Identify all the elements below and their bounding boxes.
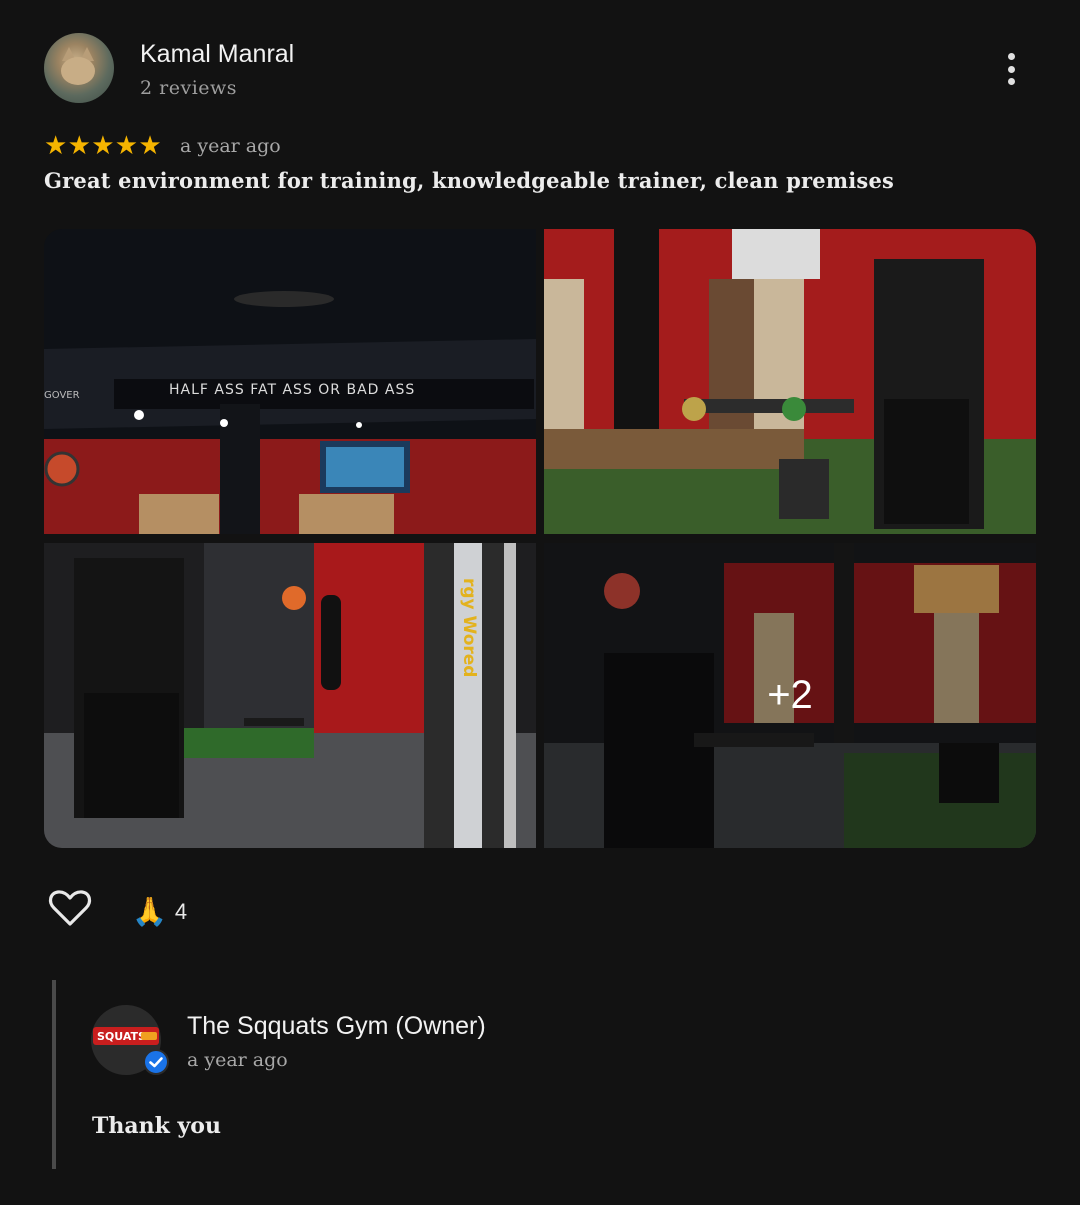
reaction-summary[interactable]: 🙏 4: [132, 896, 187, 928]
star-icon: ★: [138, 131, 162, 161]
like-button[interactable]: [46, 884, 94, 932]
vertical-sign-text: rgy Wored: [459, 578, 479, 677]
svg-text:SQUATS: SQUATS: [97, 1030, 146, 1043]
reply-indent-bar: [52, 980, 56, 1169]
pray-emoji-icon: 🙏: [132, 895, 167, 928]
more-photos-label: +2: [544, 543, 1036, 848]
side-sign-text: GOVER: [44, 390, 80, 401]
owner-name[interactable]: The Sqquats Gym (Owner): [187, 1012, 486, 1041]
more-options-button[interactable]: [996, 48, 1026, 90]
star-rating: ★ ★ ★ ★ ★: [44, 131, 162, 161]
reply-time: a year ago: [187, 1049, 288, 1071]
star-icon: ★: [91, 131, 115, 161]
reaction-count: 4: [174, 899, 188, 924]
verified-check-icon: [143, 1049, 169, 1075]
review-time: a year ago: [180, 135, 281, 157]
review-photo[interactable]: rgy Wored: [44, 543, 536, 848]
review-photo[interactable]: HALF ASS FAT ASS OR BAD ASS GOVER: [44, 229, 536, 534]
review-photo[interactable]: [544, 229, 1036, 534]
reviewer-name[interactable]: Kamal Manral: [140, 40, 294, 69]
more-vert-icon: [1007, 53, 1015, 60]
photo-grid: HALF ASS FAT ASS OR BAD ASS GOVER rgy Wo…: [44, 229, 1036, 848]
star-icon: ★: [114, 131, 139, 161]
review-photo-more[interactable]: +2: [544, 543, 1036, 848]
wall-sign-text: HALF ASS FAT ASS OR BAD ASS: [169, 382, 415, 398]
reply-text: Thank you: [92, 1113, 221, 1139]
gym-logo: SQUATS: [93, 1027, 159, 1045]
review-text: Great environment for training, knowledg…: [44, 168, 895, 193]
star-icon: ★: [67, 131, 91, 161]
heart-outline-icon: [48, 890, 92, 926]
reviewer-avatar[interactable]: [44, 33, 114, 103]
star-icon: ★: [44, 131, 68, 161]
reviewer-stats: 2 reviews: [140, 77, 238, 99]
